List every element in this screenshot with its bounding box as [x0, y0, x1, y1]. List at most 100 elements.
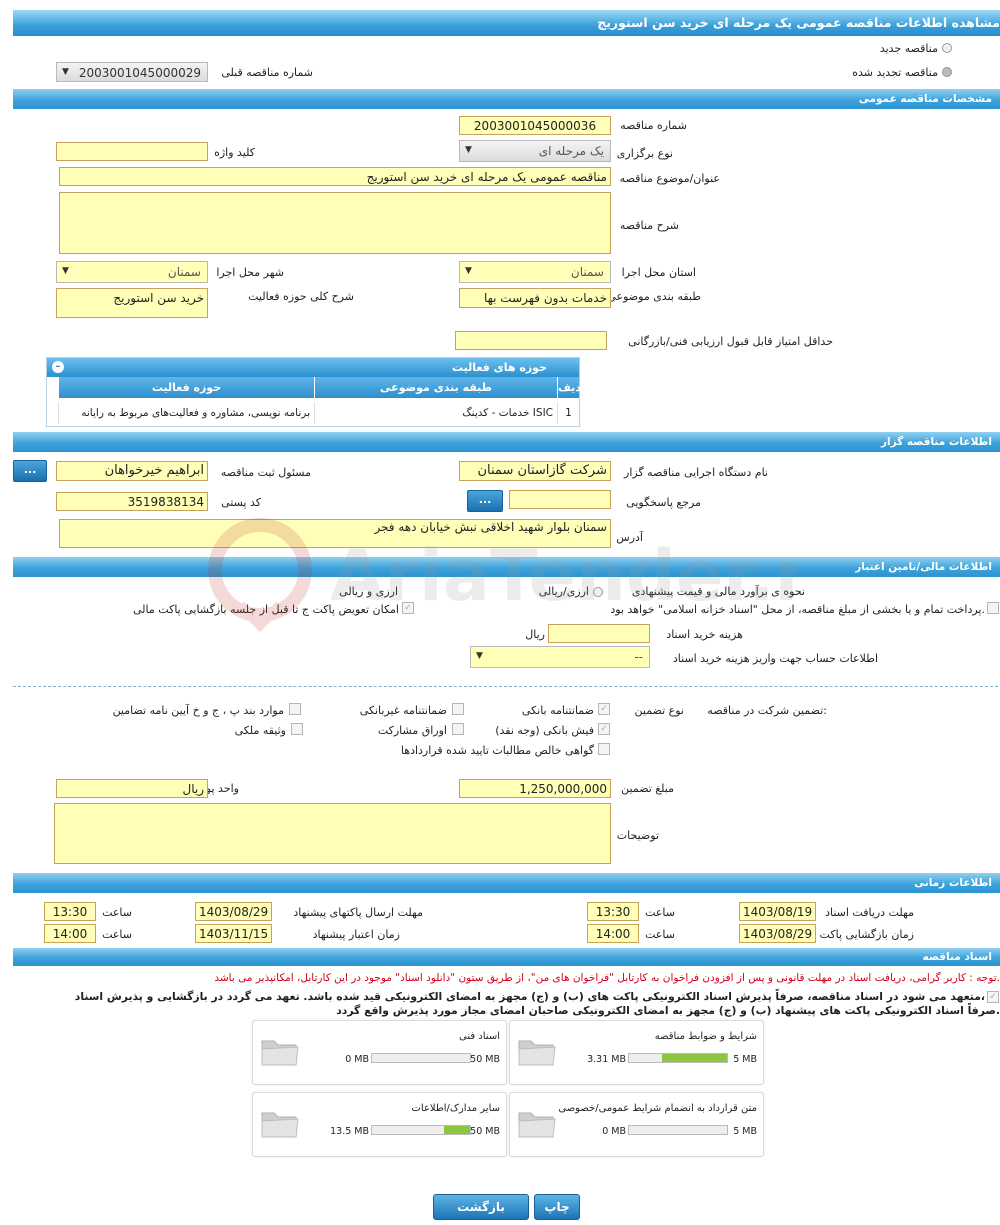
chevron-down-icon: ▼ [62, 266, 69, 276]
holding-type-label: نوع برگزاری [616, 147, 673, 160]
back-button[interactable]: بازگشت [433, 1194, 529, 1220]
col-activity-header: حوزه فعالیت [58, 377, 314, 398]
print-button[interactable]: چاپ [534, 1194, 580, 1220]
table-cell: 1 [557, 402, 579, 424]
property-collateral-label: وثیقه ملکی [234, 724, 286, 737]
folder-icon [518, 1040, 556, 1066]
scope-label: شرح کلی حوزه فعالیت [248, 290, 354, 303]
receive-time-field: 13:30 [587, 902, 639, 921]
payment-checkbox[interactable] [987, 602, 999, 614]
ref-lookup-button[interactable]: ... [467, 490, 503, 512]
document-usage-bar [371, 1125, 471, 1135]
document-card-max: 5 MB [733, 1126, 757, 1137]
prev-number-label: شماره مناقصه قبلی [221, 66, 313, 79]
document-card[interactable]: اسناد فنی 50 MB 0 MB [252, 1020, 507, 1085]
new-tender-label: مناقصه جدید [879, 42, 938, 55]
document-usage-bar [628, 1053, 728, 1063]
province-select[interactable]: سمنان ▼ [459, 261, 611, 283]
subject-label: عنوان/موضوع مناقصه [619, 172, 720, 185]
folder-icon [261, 1040, 299, 1066]
province-label: استان محل اجرا [621, 266, 696, 279]
send-time-field: 13:30 [44, 902, 96, 921]
document-card-used: 0 MB [345, 1054, 369, 1065]
document-usage-bar [371, 1053, 471, 1063]
doc-cost-field [548, 624, 650, 643]
folder-icon [261, 1112, 299, 1138]
description-field [59, 192, 611, 254]
currency-field: ریال [56, 779, 208, 798]
divider [13, 686, 998, 687]
send-date-field: 1403/08/29 [195, 902, 272, 921]
receivables-cert-checkbox[interactable] [598, 743, 610, 755]
col-category-header: طبقه بندی موضوعی [314, 377, 557, 398]
min-score-label: حداقل امتیاز قابل قبول ارزیابی فنی/بازرگ… [628, 335, 833, 348]
prev-number-select[interactable]: 2003001045000029 ▼ [56, 62, 208, 82]
tender-number-field: 2003001045000036 [459, 116, 611, 135]
swap-note: امکان تعویض پاکت ج تا قبل از جلسه بازگشا… [133, 603, 399, 616]
document-card-used: 0 MB [602, 1126, 626, 1137]
document-usage-fill [662, 1054, 727, 1062]
collapse-icon[interactable]: – [52, 361, 64, 373]
guarantee-amount-field: 1,250,000,000 [459, 779, 611, 798]
category-label: طبقه بندی موضوعی [607, 290, 701, 303]
documents-note: توجه : کاربر گرامی، دریافت اسناد در مهلت… [214, 972, 1000, 984]
guarantee-amount-label: مبلغ تضمین [621, 782, 674, 795]
opening-label: زمان بازگشایی پاکت ها [806, 928, 914, 941]
section-timing: اطلاعات زمانی [13, 873, 1000, 893]
property-collateral-checkbox[interactable] [291, 723, 303, 735]
document-card-title: سایر مدارک/اطلاعات [411, 1103, 500, 1114]
bonds-label: اوراق مشارکت [377, 724, 447, 737]
chevron-down-icon: ▼ [465, 266, 472, 276]
cash-receipt-label: فیش بانکی (وجه نقد) [495, 724, 594, 737]
document-card[interactable]: شرایط و ضوابط مناقصه 5 MB 3.31 MB [509, 1020, 764, 1085]
registrar-field: ابراهیم خیرخواهان [56, 461, 208, 481]
bank-guarantee-checkbox[interactable]: ✓ [598, 703, 610, 715]
opening-time-field: 14:00 [587, 924, 639, 943]
document-card[interactable]: سایر مدارک/اطلاعات 50 MB 13.5 MB [252, 1092, 507, 1157]
document-usage-bar [628, 1125, 728, 1135]
document-card-max: 5 MB [733, 1054, 757, 1065]
estimate-label: نحوه ی برآورد مالی و قیمت پیشنهادی [631, 585, 805, 598]
cash-receipt-checkbox[interactable]: ✓ [598, 723, 610, 735]
holding-type-select[interactable]: یک مرحله ای ▼ [459, 140, 611, 162]
guarantee-label: تضمین شرکت در مناقصه: [707, 704, 827, 717]
document-card-title: شرایط و ضوابط مناقصه [654, 1031, 757, 1042]
col-row-header: ردیف [557, 377, 587, 398]
agency-label: نام دستگاه اجرایی مناقصه گزار [624, 466, 768, 479]
new-tender-radio[interactable] [942, 43, 952, 53]
document-card-title: اسناد فنی [459, 1031, 500, 1042]
bylaw-items-checkbox[interactable] [289, 703, 301, 715]
postal-label: کد پستی [221, 496, 261, 509]
opening-time-label: ساعت [645, 928, 675, 941]
section-documents: اسناد مناقصه [13, 948, 1000, 966]
swap-checkbox[interactable]: ✓ [402, 602, 414, 614]
chevron-down-icon: ▼ [476, 651, 483, 661]
nonbank-guarantee-checkbox[interactable] [452, 703, 464, 715]
tender-number-label: شماره مناقصه [620, 119, 687, 132]
section-finance: اطلاعات مالی/تامین اعتبار [13, 557, 1000, 577]
guarantee-type-label: نوع تضمین [634, 704, 684, 717]
ref-label: مرجع پاسخگویی [626, 496, 701, 509]
account-select[interactable]: -- ▼ [470, 646, 650, 668]
validity-label: زمان اعتبار پیشنهاد [312, 928, 400, 941]
renewed-tender-label: مناقصه تجدید شده [852, 66, 938, 79]
document-card[interactable]: متن قرارداد به انضمام شرایط عمومی/خصوصی 5… [509, 1092, 764, 1157]
receive-time-label: ساعت [645, 906, 675, 919]
renewed-tender-radio[interactable] [942, 67, 952, 77]
nonbank-guarantee-label: ضمانتنامه غیربانکی [359, 704, 447, 717]
commitment-checkbox[interactable]: ✓ [987, 991, 999, 1003]
validity-date-field: 1403/11/15 [195, 924, 272, 943]
description-label: شرح مناقصه [619, 219, 679, 232]
document-card-used: 3.31 MB [587, 1054, 626, 1065]
rial-fx-radio[interactable] [593, 587, 603, 597]
bylaw-items-label: موارد بند پ ، ج و خ آیین نامه تضامین [112, 704, 284, 717]
payment-note: پرداخت تمام و یا بخشی از مبلغ مناقصه، از… [610, 603, 985, 616]
keyword-label: کلید واژه [214, 146, 255, 159]
doc-cost-unit: ریال [525, 628, 545, 641]
section-organizer: اطلاعات مناقصه گزار [13, 432, 1000, 452]
registrar-lookup-button[interactable]: ... [13, 460, 47, 482]
city-select[interactable]: سمنان ▼ [56, 261, 208, 283]
activity-table: حوزه های فعالیت – ردیف طبقه بندی موضوعی … [46, 357, 587, 427]
bonds-checkbox[interactable] [452, 723, 464, 735]
fx-and-rial-label: ارزی و ریالی [339, 585, 398, 598]
